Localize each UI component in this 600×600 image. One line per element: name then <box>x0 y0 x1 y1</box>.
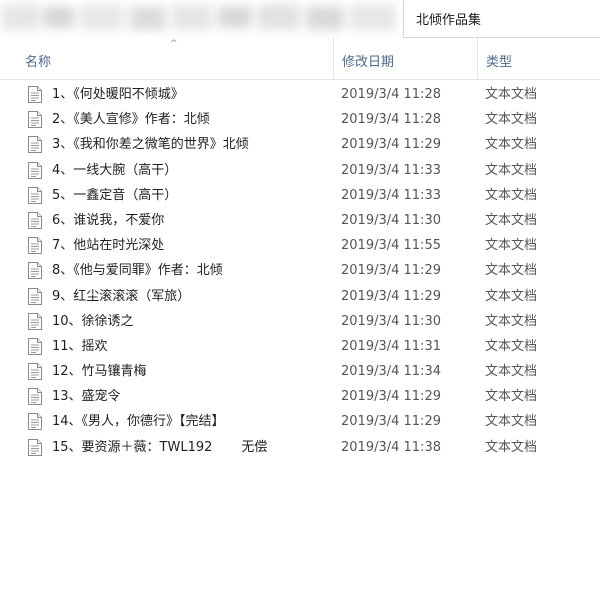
file-name: 11、摇欢 <box>52 338 108 354</box>
file-name: 14、《男人，你德行》【完结】 <box>52 414 225 430</box>
file-modified-date: 2019/3/4 11:38 <box>341 439 441 455</box>
file-row[interactable]: 6、谁说我，不爱你 2019/3/4 11:30 文本文档 <box>0 208 600 233</box>
file-modified-date: 2019/3/4 11:55 <box>341 238 441 254</box>
file-name: 4、一线大腕（高干） <box>52 162 178 178</box>
text-file-icon <box>28 111 42 129</box>
file-modified-date: 2019/3/4 11:33 <box>341 187 441 203</box>
file-row[interactable]: 11、摇欢 2019/3/4 11:31 文本文档 <box>0 334 600 359</box>
file-modified-date: 2019/3/4 11:34 <box>341 364 441 380</box>
column-header-name[interactable]: 名称 <box>0 38 333 80</box>
file-row[interactable]: 2、《美人宣修》作者：北倾 2019/3/4 11:28 文本文档 <box>0 107 600 132</box>
file-modified-date: 2019/3/4 11:28 <box>341 87 441 102</box>
file-name: 7、他站在时光深处 <box>52 238 165 254</box>
file-row[interactable]: 12、竹马镶青梅 2019/3/4 11:34 文本文档 <box>0 359 600 384</box>
text-file-icon <box>28 363 42 381</box>
text-file-icon <box>28 186 42 204</box>
file-row[interactable]: 7、他站在时光深处 2019/3/4 11:55 文本文档 <box>0 233 600 258</box>
file-type: 文本文档 <box>485 212 538 228</box>
file-type: 文本文档 <box>485 162 538 178</box>
blurred-address-bar <box>0 0 405 38</box>
file-name: 2、《美人宣修》作者：北倾 <box>52 112 210 128</box>
file-modified-date: 2019/3/4 11:29 <box>341 414 441 430</box>
text-file-icon <box>28 211 42 229</box>
file-row[interactable]: 3、《我和你差之微笔的世界》北倾 2019/3/4 11:29 文本文档 <box>0 132 600 157</box>
file-row[interactable]: 13、盛宠令 2019/3/4 11:29 文本文档 <box>0 384 600 409</box>
file-modified-date: 2019/3/4 11:30 <box>341 313 441 329</box>
file-row[interactable]: 4、一线大腕（高干） 2019/3/4 11:33 文本文档 <box>0 158 600 183</box>
file-row[interactable]: 14、《男人，你德行》【完结】 2019/3/4 11:29 文本文档 <box>0 409 600 434</box>
file-name: 12、竹马镶青梅 <box>52 364 147 380</box>
file-row[interactable]: 9、红尘滚滚滚（军旅） 2019/3/4 11:29 文本文档 <box>0 284 600 309</box>
text-file-icon <box>28 312 42 330</box>
file-modified-date: 2019/3/4 11:30 <box>341 212 441 228</box>
file-row[interactable]: 10、徐徐诱之 2019/3/4 11:30 文本文档 <box>0 309 600 334</box>
text-file-icon <box>28 237 42 255</box>
folder-name: 北倾作品集 <box>416 13 482 28</box>
file-name: 15、要资源＋薇：TWL192 无偿 <box>52 439 268 455</box>
file-modified-date: 2019/3/4 11:29 <box>341 263 441 279</box>
text-file-icon <box>28 136 42 154</box>
file-type: 文本文档 <box>485 263 538 279</box>
file-row[interactable]: 8、《他与爱同罪》作者：北倾 2019/3/4 11:29 文本文档 <box>0 258 600 283</box>
text-file-icon <box>28 337 42 355</box>
text-file-icon <box>28 413 42 431</box>
text-file-icon <box>28 388 42 406</box>
file-type: 文本文档 <box>485 137 538 153</box>
file-type: 文本文档 <box>485 288 538 304</box>
file-modified-date: 2019/3/4 11:31 <box>341 338 441 354</box>
file-type: 文本文档 <box>485 112 538 128</box>
column-header-type[interactable]: 类型 <box>477 38 600 80</box>
file-modified-date: 2019/3/4 11:29 <box>341 389 441 405</box>
file-name: 3、《我和你差之微笔的世界》北倾 <box>52 137 249 153</box>
file-row[interactable]: 15、要资源＋薇：TWL192 无偿 2019/3/4 11:38 文本文档 <box>0 435 600 460</box>
file-modified-date: 2019/3/4 11:33 <box>341 162 441 178</box>
file-name: 10、徐徐诱之 <box>52 313 134 329</box>
column-header-bar: ^ 名称 修改日期 类型 <box>0 38 600 80</box>
file-type: 文本文档 <box>485 338 538 354</box>
file-name: 8、《他与爱同罪》作者：北倾 <box>52 263 223 279</box>
text-file-icon <box>28 161 42 179</box>
file-modified-date: 2019/3/4 11:29 <box>341 288 441 304</box>
file-name: 13、盛宠令 <box>52 389 121 405</box>
file-name: 9、红尘滚滚滚（军旅） <box>52 288 191 304</box>
file-modified-date: 2019/3/4 11:29 <box>341 137 441 153</box>
text-file-icon <box>28 287 42 305</box>
file-type: 文本文档 <box>485 389 538 405</box>
file-type: 文本文档 <box>485 439 538 455</box>
file-modified-date: 2019/3/4 11:28 <box>341 112 441 128</box>
text-file-icon <box>28 262 42 280</box>
file-type: 文本文档 <box>485 87 538 102</box>
column-header-modified-date[interactable]: 修改日期 <box>333 38 477 80</box>
file-name: 6、谁说我，不爱你 <box>52 212 165 228</box>
file-list: 1、《何处暖阳不倾城》 2019/3/4 11:28 文本文档 2、《美人宣修》作者：… <box>0 82 600 460</box>
text-file-icon <box>28 86 42 103</box>
text-file-icon <box>28 438 42 456</box>
file-row[interactable]: 1、《何处暖阳不倾城》 2019/3/4 11:28 文本文档 <box>0 82 600 107</box>
file-type: 文本文档 <box>485 187 538 203</box>
file-type: 文本文档 <box>485 238 538 254</box>
file-name: 5、一鑫定音（高干） <box>52 187 178 203</box>
file-name: 1、《何处暖阳不倾城》 <box>52 87 184 102</box>
file-type: 文本文档 <box>485 313 538 329</box>
folder-path-box[interactable]: 北倾作品集 <box>403 0 600 38</box>
file-type: 文本文档 <box>485 364 538 380</box>
file-row[interactable]: 5、一鑫定音（高干） 2019/3/4 11:33 文本文档 <box>0 183 600 208</box>
file-type: 文本文档 <box>485 414 538 430</box>
